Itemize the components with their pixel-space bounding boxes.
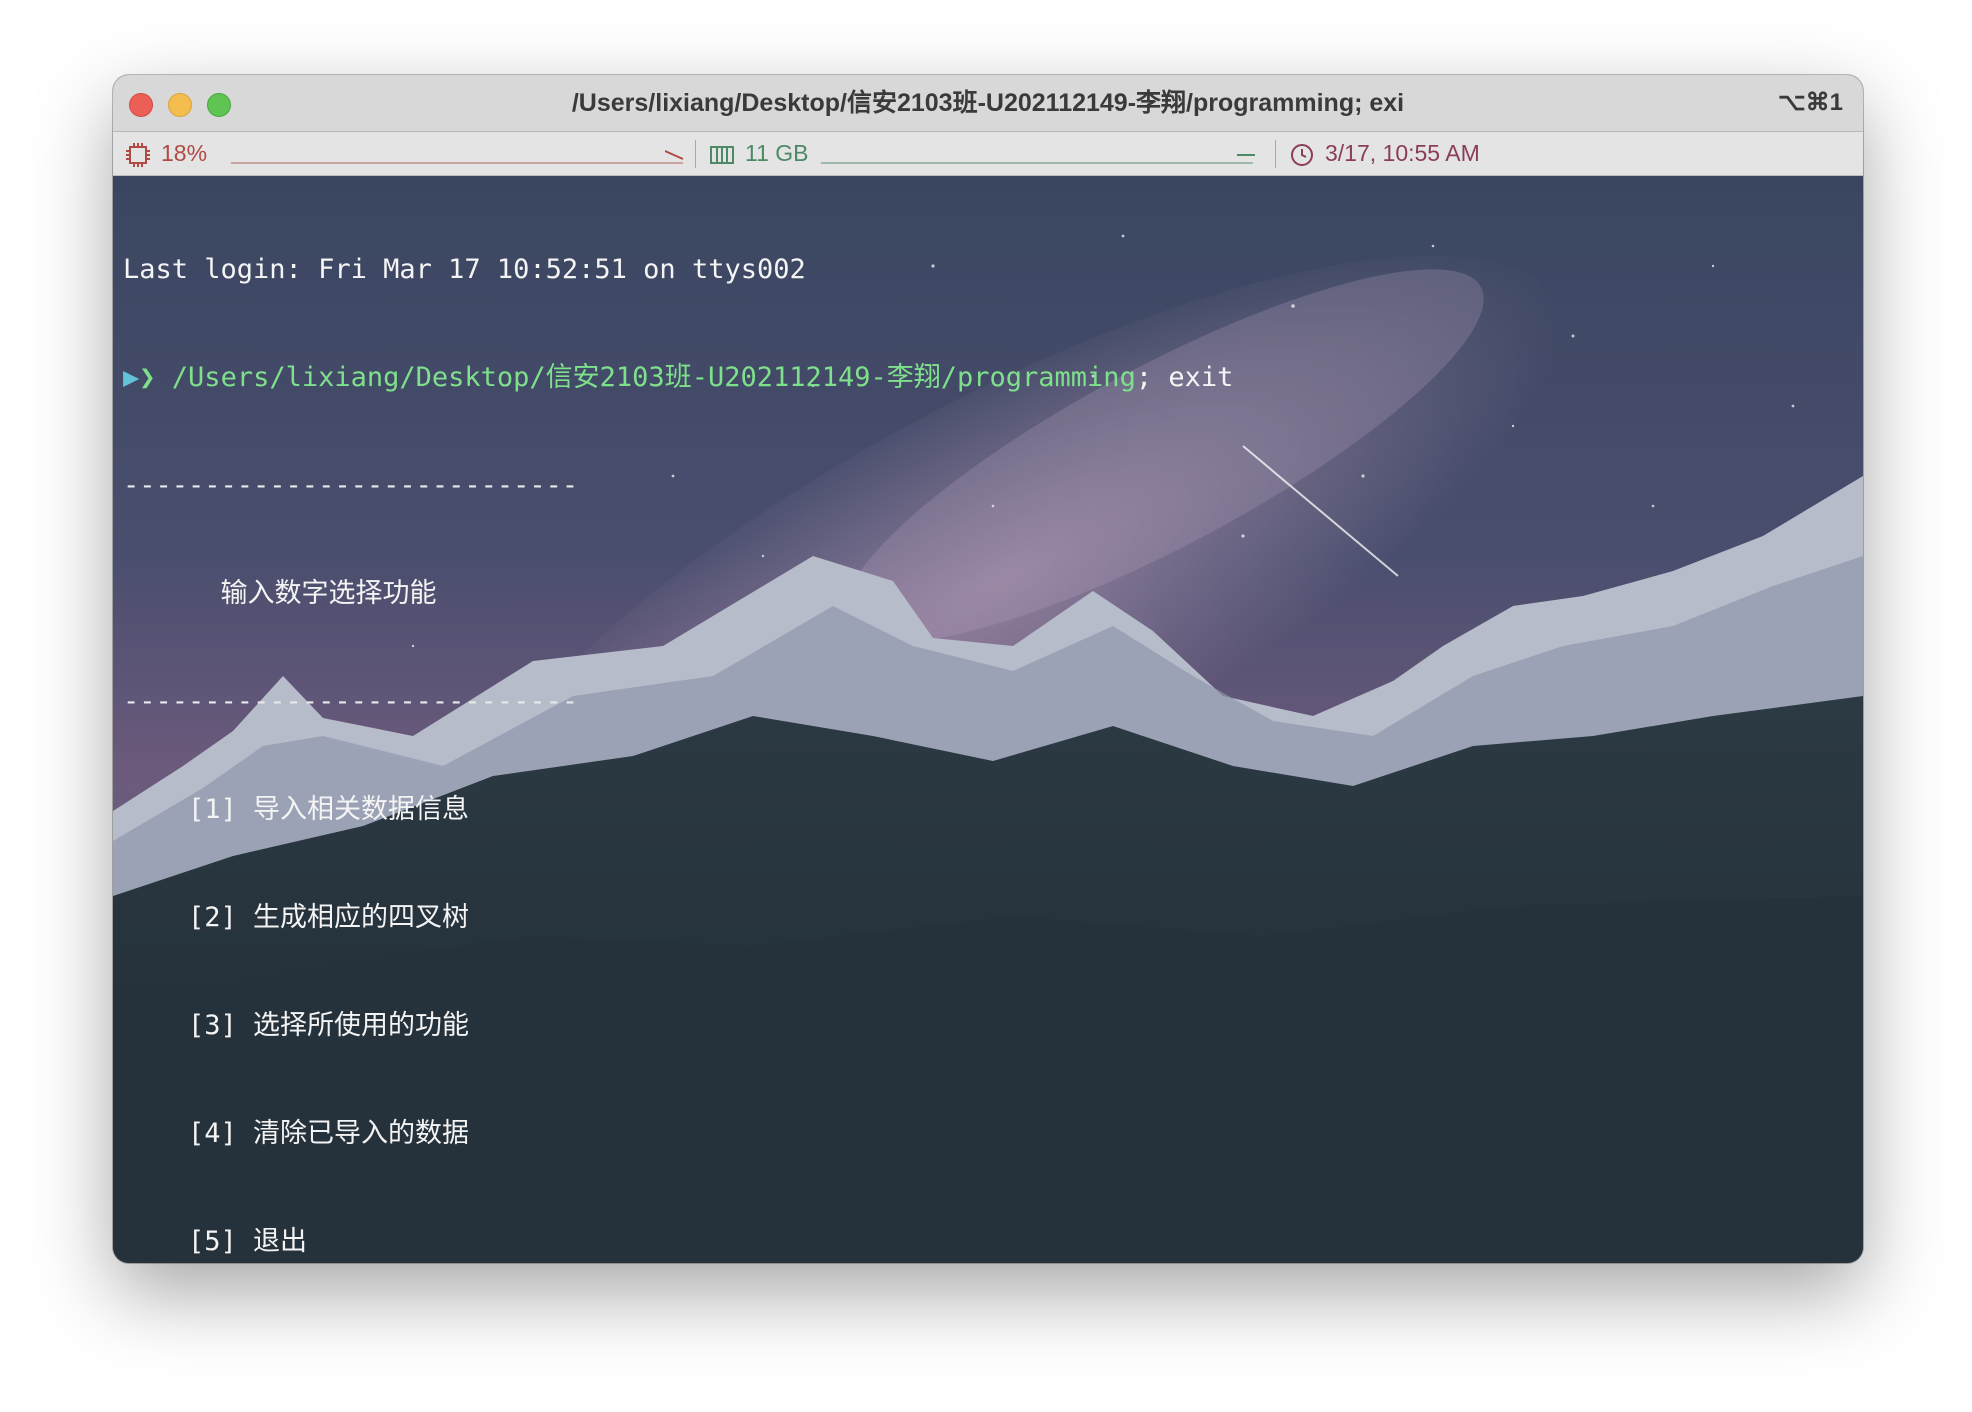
minimize-button[interactable] xyxy=(168,93,192,117)
terminal-window: /Users/lixiang/Desktop/信安2103班-U20211214… xyxy=(113,75,1863,1263)
memory-icon xyxy=(709,132,735,175)
terminal-view[interactable]: Last login: Fri Mar 17 10:52:51 on ttys0… xyxy=(113,176,1863,1263)
status-bar: 18% 11 GB 3/17, 10:55 AM xyxy=(113,132,1863,176)
last-login-line: Last login: Fri Mar 17 10:52:51 on ttys0… xyxy=(123,254,806,285)
zoom-button[interactable] xyxy=(207,93,231,117)
menu-item: [2] 生成相应的四叉树 xyxy=(123,902,470,933)
menu-item: [5] 退出 xyxy=(123,1226,308,1257)
memory-sparkline-tail xyxy=(1237,146,1257,164)
menu-rule-middle: ---------------------------- xyxy=(123,686,579,717)
status-divider xyxy=(695,140,696,168)
cpu-sparkline-tail xyxy=(664,146,685,164)
command-rest: ; exit xyxy=(1135,362,1234,393)
menu-item: [3] 选择所使用的功能 xyxy=(123,1010,470,1041)
menu-title: 输入数字选择功能 xyxy=(123,578,437,609)
status-datetime: 3/17, 10:55 AM xyxy=(1325,140,1480,166)
cpu-usage: 18% xyxy=(161,140,208,166)
window-title: /Users/lixiang/Desktop/信安2103班-U20211214… xyxy=(571,89,1405,117)
window-shortcut: ⌥⌘1 xyxy=(1777,89,1843,116)
cpu-chip-icon xyxy=(125,132,151,175)
close-button[interactable] xyxy=(129,93,153,117)
clock-icon xyxy=(1289,132,1315,175)
menu-item: [1] 导入相关数据信息 xyxy=(123,794,470,825)
menu-item: [4] 清除已导入的数据 xyxy=(123,1118,470,1149)
menu-rule-top: ---------------------------- xyxy=(123,470,579,501)
terminal-output[interactable]: Last login: Fri Mar 17 10:52:51 on ttys0… xyxy=(123,180,1233,1263)
cpu-sparkline xyxy=(231,162,683,164)
memory-sparkline xyxy=(821,162,1253,164)
command-path: /Users/lixiang/Desktop/信安2103班-U20211214… xyxy=(171,362,1136,393)
memory-usage: 11 GB xyxy=(745,140,809,166)
prompt-symbol: ❯ xyxy=(139,362,156,393)
status-divider xyxy=(1275,140,1276,168)
title-bar[interactable]: /Users/lixiang/Desktop/信安2103班-U20211214… xyxy=(113,75,1863,132)
prompt-line: ▶❯ /Users/lixiang/Desktop/信安2103班-U20211… xyxy=(123,360,1233,396)
prompt-marker-icon: ▶ xyxy=(123,362,140,393)
